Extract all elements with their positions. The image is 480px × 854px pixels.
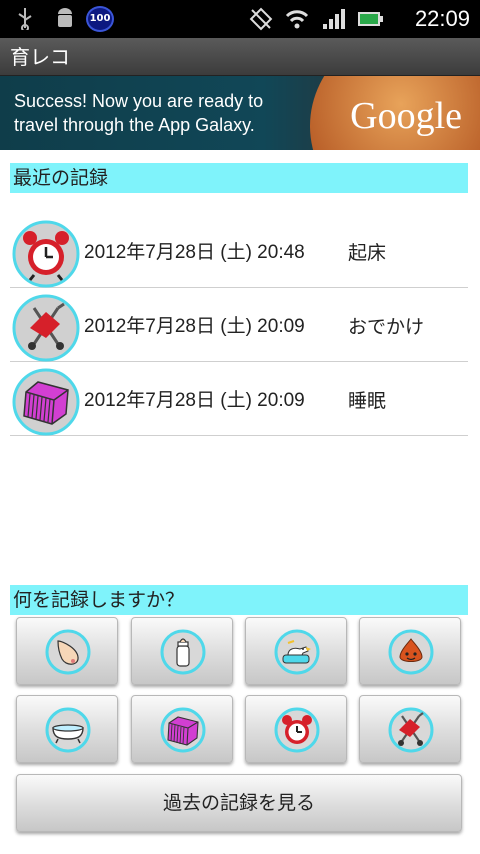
record-type: 睡眠	[348, 390, 387, 412]
potty-button[interactable]	[245, 617, 347, 685]
signal-icon	[323, 9, 345, 29]
status-icons	[248, 6, 384, 32]
breastfeeding-icon	[45, 629, 91, 675]
outing-button[interactable]	[359, 695, 461, 763]
record-date: 2012年7月28日 (土) 20:09	[84, 316, 305, 337]
alarm-clock-icon	[12, 220, 80, 288]
potty-duck-icon	[274, 629, 320, 675]
record-row[interactable]: 2012年7月28日 (土) 20:48 起床	[10, 216, 468, 288]
record-date: 2012年7月28日 (土) 20:48	[84, 242, 305, 263]
stroller-icon	[388, 707, 434, 753]
ad-banner[interactable]: Success! Now you are ready to travel thr…	[0, 76, 480, 150]
crib-icon	[12, 368, 80, 436]
wake-up-button[interactable]	[245, 695, 347, 763]
stroller-icon	[12, 294, 80, 362]
alarm-clock-icon	[274, 707, 320, 753]
bathtub-icon	[45, 707, 91, 753]
record-type: 起床	[348, 242, 387, 264]
wifi-icon	[285, 10, 309, 29]
rotation-lock-icon	[249, 7, 273, 31]
poop-icon	[388, 629, 434, 675]
record-row[interactable]: 2012年7月28日 (土) 20:09 睡眠	[10, 364, 468, 436]
app-title: 育レコ	[0, 38, 480, 76]
android-debug-icon	[58, 8, 72, 27]
poop-button[interactable]	[359, 617, 461, 685]
notification-badge-icon: 100	[86, 6, 114, 32]
status-bar: 100 22:09	[0, 0, 480, 38]
ad-text-line1: Success! Now you are ready to	[14, 91, 264, 111]
ad-text-line2: travel through the App Galaxy.	[14, 115, 255, 135]
record-prompt-header: 何を記録しますか？	[10, 585, 468, 615]
ad-text: Success! Now you are ready to travel thr…	[14, 89, 263, 137]
breastfeeding-button[interactable]	[16, 617, 118, 685]
bath-button[interactable]	[16, 695, 118, 763]
usb-icon	[18, 8, 32, 30]
clock-time: 22:09	[414, 6, 470, 31]
recent-records-header: 最近の記録	[10, 163, 468, 193]
battery-icon	[358, 12, 383, 26]
bottle-button[interactable]	[131, 617, 233, 685]
baby-bottle-icon	[160, 629, 206, 675]
record-type: おでかけ	[348, 316, 425, 338]
crib-icon	[160, 707, 206, 753]
ad-logo: Google	[350, 95, 462, 137]
view-history-button[interactable]: 過去の記録を見る	[16, 774, 462, 832]
sleep-button[interactable]	[131, 695, 233, 763]
record-date: 2012年7月28日 (土) 20:09	[84, 390, 305, 411]
record-row[interactable]: 2012年7月28日 (土) 20:09 おでかけ	[10, 290, 468, 362]
